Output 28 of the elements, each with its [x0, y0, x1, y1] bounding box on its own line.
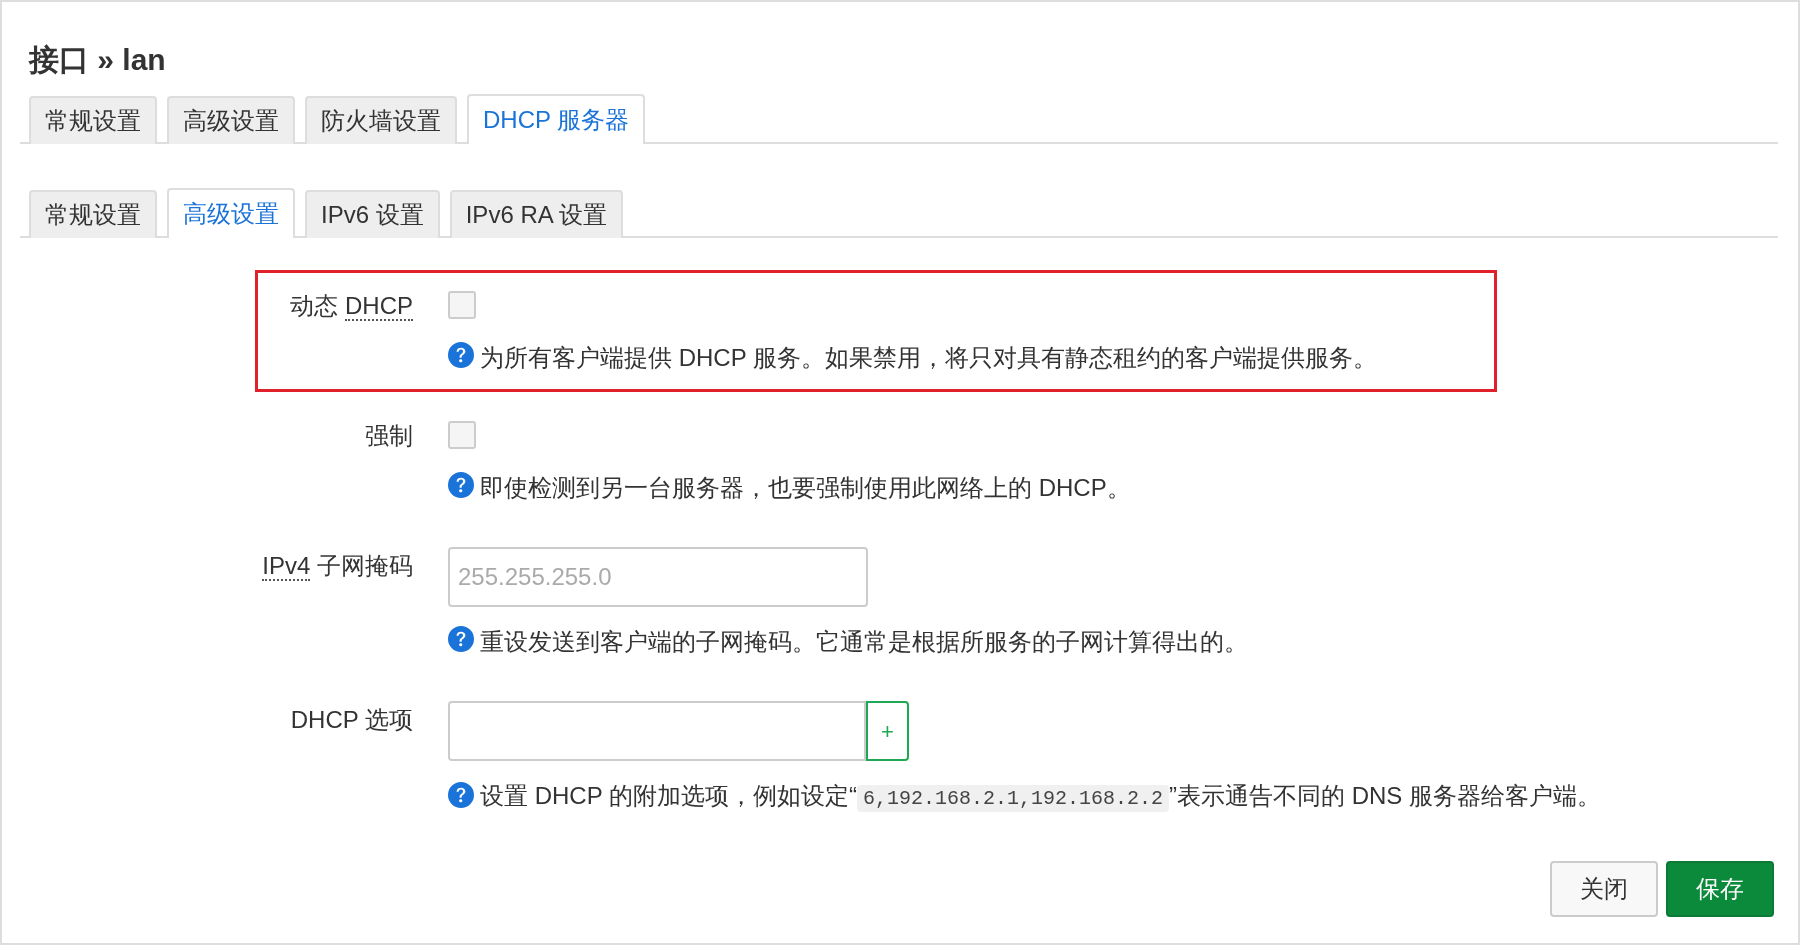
help-icon: [448, 626, 474, 652]
help-icon: [448, 342, 474, 368]
page-title: 接口 » lan: [29, 42, 167, 78]
tab[interactable]: IPv6 RA 设置: [449, 190, 624, 238]
help-text: 为所有客户端提供 DHCP 服务。如果禁用，将只对具有静态租约的客户端提供服务。: [480, 343, 1377, 373]
tab[interactable]: 常规设置: [29, 96, 157, 144]
tab[interactable]: DHCP 服务器: [467, 94, 646, 144]
close-button[interactable]: 关闭: [1550, 861, 1658, 917]
code-sample: 6,192.168.2.1,192.168.2.2: [856, 785, 1169, 812]
tab[interactable]: IPv6 设置: [305, 190, 440, 238]
help-text: 设置 DHCP 的附加选项，例如设定“ 6,192.168.2.1,192.168.2.2 ”表示通告不同的 DNS 服务器给客户端。: [480, 781, 1601, 814]
field-label: 动态 DHCP: [290, 291, 413, 323]
checkbox[interactable]: [448, 421, 476, 449]
help-icon: [448, 781, 474, 808]
tab[interactable]: 高级设置: [167, 96, 295, 144]
field-label: DHCP 选项: [290, 705, 413, 735]
input-field[interactable]: [448, 701, 866, 761]
tab[interactable]: 防火墙设置: [305, 96, 457, 144]
input-field[interactable]: 255.255.255.0: [448, 547, 868, 607]
tab[interactable]: 常规设置: [29, 190, 157, 238]
help-text: 重设发送到客户端的子网掩码。它通常是根据所服务的子网计算得出的。: [480, 627, 1248, 657]
help-icon: [448, 472, 474, 498]
tab[interactable]: 高级设置: [167, 188, 295, 238]
save-button[interactable]: 保存: [1666, 861, 1774, 917]
field-label: 强制: [365, 421, 413, 451]
checkbox[interactable]: [448, 291, 476, 319]
field-label: IPv4 子网掩码: [262, 551, 413, 583]
help-text: 即使检测到另一台服务器，也要强制使用此网络上的 DHCP。: [480, 473, 1131, 503]
